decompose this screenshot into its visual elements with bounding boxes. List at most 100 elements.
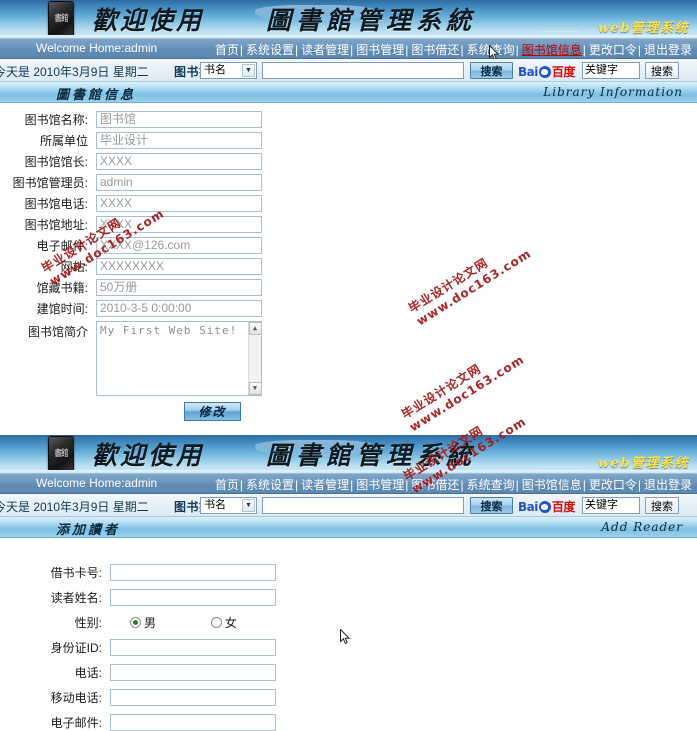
field-input-reader-name[interactable] [110, 589, 276, 606]
nav-item-library-info[interactable]: 图书馆信息 [521, 41, 583, 58]
field-input-website[interactable]: XXXXXXXX [96, 258, 262, 275]
gender-female-label: 女 [225, 616, 238, 630]
search-toolbar: 今天是 2010年3月9日 星期二 图书搜索: 书名 ▼ 搜索 Bai 百度 关… [0, 494, 697, 517]
textarea-scrollbar[interactable]: ▲ ▼ [248, 322, 262, 395]
field-input-phone[interactable] [110, 664, 276, 681]
nav-item-change-password[interactable]: 更改口令 [588, 41, 638, 58]
form-row: 馆藏书籍: 50万册 [0, 279, 697, 296]
library-info-panel: 書館 歡迎使用 圖書館管理系統 —————— web管理系统 Welcome H… [0, 0, 697, 431]
form-row: 借书卡号: [0, 564, 697, 581]
field-label-id-card: 身份证ID: [50, 641, 102, 655]
welcome-message: Welcome Home:admin [36, 476, 158, 490]
section-header-library-info: 圖書館信息 Library Information [0, 82, 697, 103]
section-header-add-reader: 添加讀者 Add Reader [0, 517, 697, 538]
field-input-library-name[interactable]: 图书馆 [96, 111, 262, 128]
site-banner: 書館 歡迎使用 圖書館管理系統 —————— web管理系统 [0, 435, 697, 473]
form-row: 电话: [0, 664, 697, 681]
nav-item-change-password[interactable]: 更改口令 [588, 476, 638, 493]
banner-title: 歡迎使用 圖書館管理系統 [92, 1, 476, 37]
section-title-en: Library Information [543, 85, 683, 99]
field-input-director[interactable]: XXXX [96, 153, 262, 170]
add-reader-panel: 書館 歡迎使用 圖書館管理系統 —————— web管理系统 Welcome H… [0, 435, 697, 731]
form-row: 图书馆简介 My First Web Site! ▲ ▼ [0, 321, 697, 396]
gender-option-male[interactable]: 男 [130, 614, 156, 631]
field-input-id-card[interactable] [110, 639, 276, 656]
chevron-down-icon: ▼ [242, 64, 255, 77]
nav-item-system-query[interactable]: 系统查询 [466, 476, 516, 493]
search-toolbar: 今天是 2010年3月9日 星期二 图书搜索: 书名 ▼ 搜索 Bai 百度 关… [0, 59, 697, 82]
nav-links: 首页 | 系统设置 | 读者管理 | 图书管理 | 图书借还 | 系统查询 | 图书馆信息 |… [214, 476, 693, 493]
field-input-affiliation[interactable]: 毕业设计 [96, 132, 262, 149]
nav-item-system-settings[interactable]: 系统设置 [245, 476, 295, 493]
nav-item-book-management[interactable]: 图书管理 [355, 476, 405, 493]
nav-item-book-lending[interactable]: 图书借还 [410, 41, 460, 58]
field-input-card-number[interactable] [110, 564, 276, 581]
field-input-mobile[interactable] [110, 689, 276, 706]
form-row: 图书馆名称: 图书馆 [0, 111, 697, 128]
field-input-collection-size[interactable]: 50万册 [96, 279, 262, 296]
radio-female-icon[interactable] [211, 617, 223, 628]
field-input-email[interactable]: XXXX@126.com [96, 237, 262, 254]
scroll-up-icon[interactable]: ▲ [249, 322, 262, 335]
baidu-search-button[interactable]: 搜索 [645, 497, 679, 514]
search-input[interactable] [262, 62, 464, 79]
main-navbar: Welcome Home:admin 首页 | 系统设置 | 读者管理 | 图书管理 |… [0, 473, 697, 494]
radio-male-icon[interactable] [130, 617, 141, 628]
add-reader-form: 借书卡号: 读者姓名: 性别: 男 女 身份证ID: 电话: 移动电话: 电子邮… [0, 538, 697, 731]
form-row: 图书馆馆长: XXXX [0, 153, 697, 170]
search-button[interactable]: 搜索 [470, 62, 513, 79]
search-field-select-value: 书名 [204, 64, 226, 76]
nav-item-logout[interactable]: 退出登录 [643, 41, 693, 58]
nav-item-reader-management[interactable]: 读者管理 [300, 41, 350, 58]
scroll-down-icon[interactable]: ▼ [249, 382, 262, 395]
field-input-founded-time[interactable]: 2010-3-5 0:00:00 [96, 300, 262, 317]
field-label-address: 图书馆地址: [24, 218, 88, 232]
baidu-search-button[interactable]: 搜索 [645, 62, 679, 79]
search-input[interactable] [262, 497, 464, 514]
search-field-select-value: 书名 [204, 499, 226, 511]
banner-web-label: web管理系统 [597, 21, 689, 36]
field-textarea-description[interactable]: My First Web Site! ▲ ▼ [96, 321, 262, 396]
search-field-select[interactable]: 书名 ▼ [200, 497, 257, 514]
field-input-administrator[interactable]: admin [96, 174, 262, 191]
search-field-select[interactable]: 书名 ▼ [200, 62, 257, 79]
nav-item-home[interactable]: 首页 [214, 476, 240, 493]
baidu-keyword-input[interactable]: 关键字 [582, 497, 640, 514]
form-row: 电子邮件: XXXX@126.com [0, 237, 697, 254]
search-button[interactable]: 搜索 [470, 497, 513, 514]
form-row: 读者姓名: [0, 589, 697, 606]
field-label-gender: 性别: [74, 616, 102, 630]
field-input-address[interactable]: XXXX [96, 216, 262, 233]
gender-option-female[interactable]: 女 [211, 614, 237, 631]
nav-item-book-lending[interactable]: 图书借还 [410, 476, 460, 493]
seal-logo-text: 書館 [54, 449, 68, 459]
field-textarea-description-value: My First Web Site! [100, 324, 238, 337]
field-label-administrator: 图书馆管理员: [12, 176, 88, 190]
nav-item-system-settings[interactable]: 系统设置 [245, 41, 295, 58]
section-title-cn: 添加讀者 [56, 523, 121, 538]
nav-item-logout[interactable]: 退出登录 [643, 476, 693, 493]
modify-button[interactable]: 修改 [184, 402, 241, 421]
banner-system-title: 圖書館管理系統 [266, 6, 477, 35]
banner-title: 歡迎使用 圖書館管理系統 [92, 436, 476, 472]
baidu-keyword-input[interactable]: 关键字 [582, 62, 640, 79]
nav-item-library-info[interactable]: 图书馆信息 [521, 476, 583, 493]
gender-male-label: 男 [144, 616, 157, 630]
seal-logo-icon: 書館 [48, 1, 74, 37]
nav-item-book-management[interactable]: 图书管理 [355, 41, 405, 58]
form-row: 图书馆电话: XXXX [0, 195, 697, 212]
seal-logo-icon: 書館 [48, 436, 74, 472]
field-label-library-name: 图书馆名称: [24, 113, 88, 127]
seal-logo-text: 書館 [54, 14, 68, 24]
field-input-phone[interactable]: XXXX [96, 195, 262, 212]
nav-item-home[interactable]: 首页 [214, 41, 240, 58]
banner-welcome-text: 歡迎使用 [92, 441, 205, 470]
form-row: 建馆时间: 2010-3-5 0:00:00 [0, 300, 697, 317]
baidu-paw-icon [538, 500, 551, 513]
field-input-email[interactable] [110, 714, 276, 731]
baidu-logo: Bai 百度 [518, 63, 575, 80]
baidu-logo-bai: Bai [518, 64, 538, 79]
nav-item-system-query[interactable]: 系统查询 [466, 41, 516, 58]
field-label-email: 电子邮件: [36, 239, 88, 253]
nav-item-reader-management[interactable]: 读者管理 [300, 476, 350, 493]
